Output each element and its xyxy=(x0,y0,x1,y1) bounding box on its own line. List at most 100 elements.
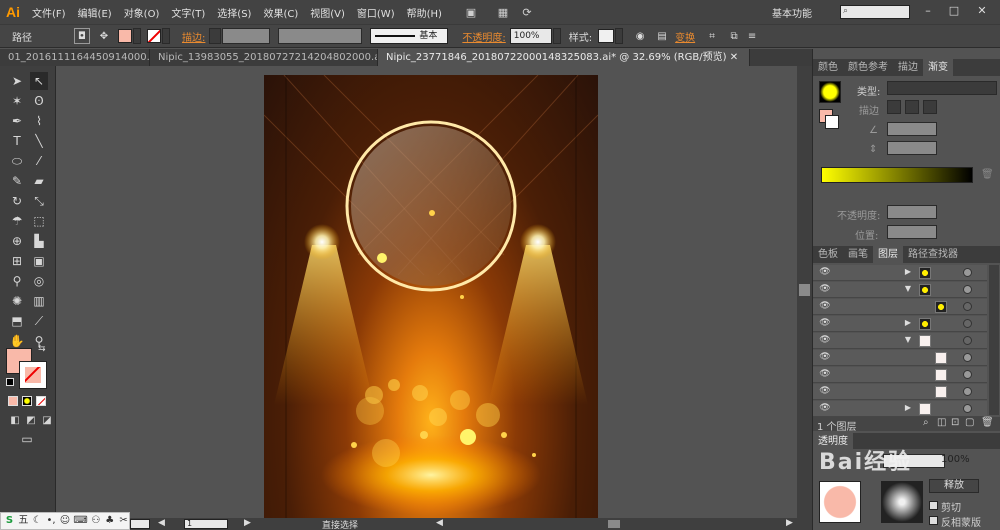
layer-row[interactable]: 👁 xyxy=(813,350,987,366)
gradient-type-dropdown[interactable] xyxy=(887,81,997,95)
sync-icon[interactable]: ⟳ xyxy=(518,5,536,19)
angle-field[interactable] xyxy=(887,122,937,136)
ime-user-icon[interactable]: ⚇ xyxy=(90,514,101,528)
scroll-thumb[interactable] xyxy=(799,284,810,296)
gradient-preview-swatch[interactable] xyxy=(819,81,841,103)
tab-swatches[interactable]: 色板 xyxy=(813,246,843,263)
release-button[interactable]: 释放 xyxy=(929,479,979,493)
eye-icon[interactable]: 👁 xyxy=(819,318,831,330)
gradient-mode-icon[interactable] xyxy=(22,396,32,406)
isolate-icon[interactable]: ◘ xyxy=(74,28,90,44)
eye-icon[interactable]: 👁 xyxy=(819,284,831,296)
menu-window[interactable]: 窗口(W) xyxy=(351,5,401,20)
delete-stop-icon[interactable]: 🗑 xyxy=(981,169,994,180)
curvature-tool-icon[interactable]: ⌇ xyxy=(30,112,48,130)
menu-help[interactable]: 帮助(H) xyxy=(401,5,448,20)
stroke-gradient-option-2[interactable] xyxy=(905,100,919,114)
target-icon[interactable] xyxy=(963,336,972,345)
color-mode-icon[interactable] xyxy=(8,396,18,406)
eyedropper-tool-icon[interactable]: ⚲ xyxy=(8,272,26,290)
tab-document-2[interactable]: Nipic_13983055_20180727214204802000.ai* xyxy=(150,49,378,66)
ime-logo-icon[interactable]: S xyxy=(4,514,15,528)
tab-pathfinder[interactable]: 路径查找器 xyxy=(903,246,963,263)
eye-icon[interactable]: 👁 xyxy=(819,335,831,347)
expand-icon[interactable]: ▶ xyxy=(903,318,913,327)
ime-punctuation-icon[interactable]: •, xyxy=(46,514,57,528)
target-icon[interactable] xyxy=(963,370,972,379)
opacity-field[interactable]: 100% xyxy=(509,28,552,44)
ime-clothes-icon[interactable]: ♣ xyxy=(104,514,115,528)
ime-keyboard-icon[interactable]: ⌨ xyxy=(73,514,87,528)
new-sublayer-icon[interactable]: ⊡ xyxy=(951,417,959,428)
close-button[interactable]: ✕ xyxy=(974,4,990,20)
menu-edit[interactable]: 编辑(E) xyxy=(72,5,118,20)
brush-dropdown[interactable]: 基本 xyxy=(370,28,449,44)
artboard-tool-icon[interactable]: ⬒ xyxy=(8,312,26,330)
warp-tool-icon[interactable]: ☂ xyxy=(8,212,26,230)
tab-layers[interactable]: 图层 xyxy=(873,246,903,263)
expand-icon[interactable]: ▼ xyxy=(903,284,913,293)
anchor-icon[interactable]: ✥ xyxy=(96,31,112,42)
fill-swatch[interactable] xyxy=(118,29,132,43)
stroke-label[interactable]: 描边: xyxy=(182,29,205,44)
hscroll-thumb[interactable] xyxy=(608,520,620,528)
ime-mode-label[interactable]: 五 xyxy=(18,514,29,528)
search-input[interactable]: ⌕ xyxy=(840,5,910,19)
recolor-icon[interactable]: ◉ xyxy=(633,31,647,42)
canvas-area[interactable] xyxy=(57,66,797,518)
ime-tools-icon[interactable]: ✂ xyxy=(118,514,129,528)
eye-icon[interactable]: 👁 xyxy=(819,352,831,364)
draw-inside-icon[interactable]: ◪ xyxy=(38,412,56,430)
stroke-gradient-option-3[interactable] xyxy=(923,100,937,114)
target-icon[interactable] xyxy=(963,268,972,277)
menu-file[interactable]: 文件(F) xyxy=(26,5,72,20)
scale-tool-icon[interactable]: ⤡ xyxy=(30,192,48,210)
stroke-color-box[interactable] xyxy=(19,361,47,389)
gradient-tool-icon[interactable]: ▣ xyxy=(30,252,48,270)
magic-wand-tool-icon[interactable]: ✶ xyxy=(8,92,26,110)
vertical-scrollbar[interactable] xyxy=(797,66,812,518)
tab-color-guide[interactable]: 颜色参考 xyxy=(843,59,893,76)
eye-icon[interactable]: 👁 xyxy=(819,369,831,381)
opacity-label[interactable]: 不透明度: xyxy=(462,29,505,44)
selection-tool-icon[interactable]: ➤ xyxy=(8,72,26,90)
align-icon[interactable]: ▤ xyxy=(655,31,669,42)
lasso-tool-icon[interactable]: ʘ xyxy=(30,92,48,110)
free-transform-tool-icon[interactable]: ⬚ xyxy=(30,212,48,230)
layer-row[interactable]: 👁 ▶ xyxy=(813,401,987,417)
control-menu-icon[interactable]: ≡ xyxy=(745,31,759,42)
fill-dropdown[interactable] xyxy=(133,28,141,44)
variable-width-dropdown[interactable] xyxy=(278,28,363,44)
layer-row[interactable]: 👁 xyxy=(813,384,987,400)
expand-icon[interactable]: ▼ xyxy=(903,335,913,344)
artboard[interactable] xyxy=(263,74,599,518)
transform-label[interactable]: 变换 xyxy=(675,29,695,44)
aspect-ratio-field[interactable] xyxy=(887,141,937,155)
clip-checkbox[interactable] xyxy=(929,501,938,510)
tab-color[interactable]: 颜色 xyxy=(813,59,843,76)
target-icon[interactable] xyxy=(963,353,972,362)
layer-row[interactable]: 👁 ▶ xyxy=(813,316,987,332)
screen-mode-icon[interactable]: ▭ xyxy=(18,430,36,448)
style-swatch[interactable] xyxy=(598,29,615,43)
isolate-group-icon[interactable]: ⌗ xyxy=(705,31,719,42)
paintbrush-tool-icon[interactable]: ⁄ xyxy=(30,152,48,170)
menu-select[interactable]: 选择(S) xyxy=(211,5,257,20)
minimize-button[interactable]: – xyxy=(920,4,936,20)
style-dropdown[interactable] xyxy=(615,28,624,44)
stroke-weight-stepper[interactable] xyxy=(209,28,222,44)
gradient-stroke-swatch[interactable] xyxy=(825,115,839,129)
layer-row[interactable]: 👁 ▶ xyxy=(813,265,987,281)
ellipse-tool-icon[interactable]: ⬭ xyxy=(8,152,26,170)
expand-icon[interactable]: ▶ xyxy=(903,403,913,412)
rotate-tool-icon[interactable]: ↻ xyxy=(8,192,26,210)
none-mode-icon[interactable] xyxy=(36,396,46,406)
menu-object[interactable]: 对象(O) xyxy=(118,5,166,20)
pencil-tool-icon[interactable]: ✎ xyxy=(8,172,26,190)
bridge-icon[interactable]: ▣ xyxy=(462,5,480,19)
tab-document-3[interactable]: Nipic_23771846_20180722000148325083.ai* … xyxy=(378,49,750,66)
pen-tool-icon[interactable]: ✒ xyxy=(8,112,26,130)
scroll-left-icon[interactable]: ◀ xyxy=(436,518,443,528)
direct-selection-tool-icon[interactable]: ↖ xyxy=(30,72,48,90)
stroke-dropdown[interactable] xyxy=(162,28,170,44)
